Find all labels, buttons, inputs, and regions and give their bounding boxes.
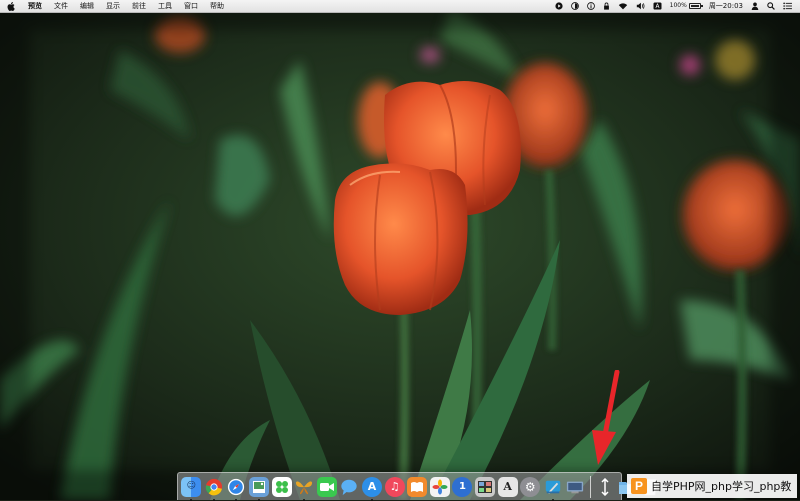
dock-photos[interactable] (429, 476, 450, 497)
watermark: P 自学PHP网_php学习_php教 (627, 474, 797, 498)
volume-icon[interactable] (632, 0, 649, 12)
input-method-icon[interactable]: A (649, 0, 666, 12)
system-preferences-icon: ⚙ (524, 479, 536, 494)
clover-icon (275, 480, 288, 493)
play-circle-icon[interactable] (551, 0, 567, 12)
dock-messages[interactable] (339, 477, 359, 497)
dock-xcode[interactable] (543, 477, 563, 501)
messages-icon (341, 479, 358, 495)
menu-bar: 预览 文件 编辑 显示 前往 工具 窗口 帮助 A 100% 周一20:03 (0, 0, 800, 13)
menu-edit[interactable]: 编辑 (74, 0, 100, 12)
photos-icon (432, 479, 448, 494)
butterfly-icon (296, 480, 313, 494)
chrome-icon (205, 478, 222, 495)
finder-icon: ☺ (186, 481, 196, 491)
safari-icon (228, 478, 245, 495)
svg-text:A: A (655, 4, 659, 10)
dock-screen-sharing[interactable] (565, 477, 585, 497)
menu-help[interactable]: 帮助 (204, 0, 230, 12)
desktop-wallpaper (0, 0, 800, 500)
font-book-icon: A (503, 480, 512, 493)
dock-preview[interactable] (249, 476, 270, 501)
dock-facetime[interactable] (316, 476, 337, 497)
user-icon[interactable] (747, 0, 763, 12)
dock-downloads-stack[interactable] (595, 477, 615, 497)
music-icon: ♫ (389, 480, 400, 493)
lock-icon[interactable] (599, 0, 614, 12)
menu-tools[interactable]: 工具 (152, 0, 178, 12)
dock-books[interactable] (407, 476, 428, 497)
apple-menu-icon[interactable] (0, 0, 22, 12)
dock-separator (589, 475, 591, 498)
menu-file[interactable]: 文件 (48, 0, 74, 12)
watermark-logo: P (631, 478, 647, 494)
photo-booth-icon (478, 480, 493, 493)
menu-window[interactable]: 窗口 (178, 0, 204, 12)
dock-font-book[interactable]: A (497, 476, 518, 497)
dock-music[interactable]: ♫ (384, 476, 405, 497)
dock-clover[interactable] (271, 476, 292, 497)
menu-app-name[interactable]: 预览 (22, 0, 48, 12)
dock-app-store[interactable]: A (362, 476, 383, 501)
onepassword-icon: 1 (458, 480, 466, 492)
app-store-icon: A (367, 480, 377, 493)
watermark-text: 自学PHP网_php学习_php教 (651, 480, 792, 493)
dock-chrome[interactable] (204, 477, 224, 501)
menu-view[interactable]: 显示 (100, 0, 126, 12)
dock: ☺ A ♫ 1 A ⚙ (177, 472, 657, 501)
dock-finder[interactable]: ☺ (181, 476, 202, 501)
clock[interactable]: 周一20:03 (705, 0, 747, 12)
list-icon[interactable] (779, 0, 796, 12)
info-icon[interactable] (583, 0, 599, 12)
dock-system-preferences[interactable]: ⚙ (520, 476, 541, 497)
dock-butterfly[interactable] (294, 477, 314, 501)
menu-go[interactable]: 前往 (126, 0, 152, 12)
wifi-icon[interactable] (614, 0, 632, 12)
xcode-icon (545, 480, 560, 494)
moon-icon[interactable] (567, 0, 583, 12)
battery-status[interactable]: 100% (666, 0, 705, 12)
facetime-icon (319, 482, 334, 491)
downloads-stack-icon (601, 477, 609, 496)
dock-photo-booth[interactable] (475, 476, 496, 497)
dock-safari[interactable] (226, 477, 246, 501)
books-icon (411, 481, 424, 492)
preview-icon (253, 480, 266, 493)
battery-percent: 100% (669, 2, 687, 9)
red-arrow-icon (592, 370, 620, 465)
battery-icon (688, 3, 703, 9)
dock-1password[interactable]: 1 (452, 476, 473, 497)
screen-sharing-icon (567, 481, 584, 493)
search-icon[interactable] (763, 0, 779, 12)
